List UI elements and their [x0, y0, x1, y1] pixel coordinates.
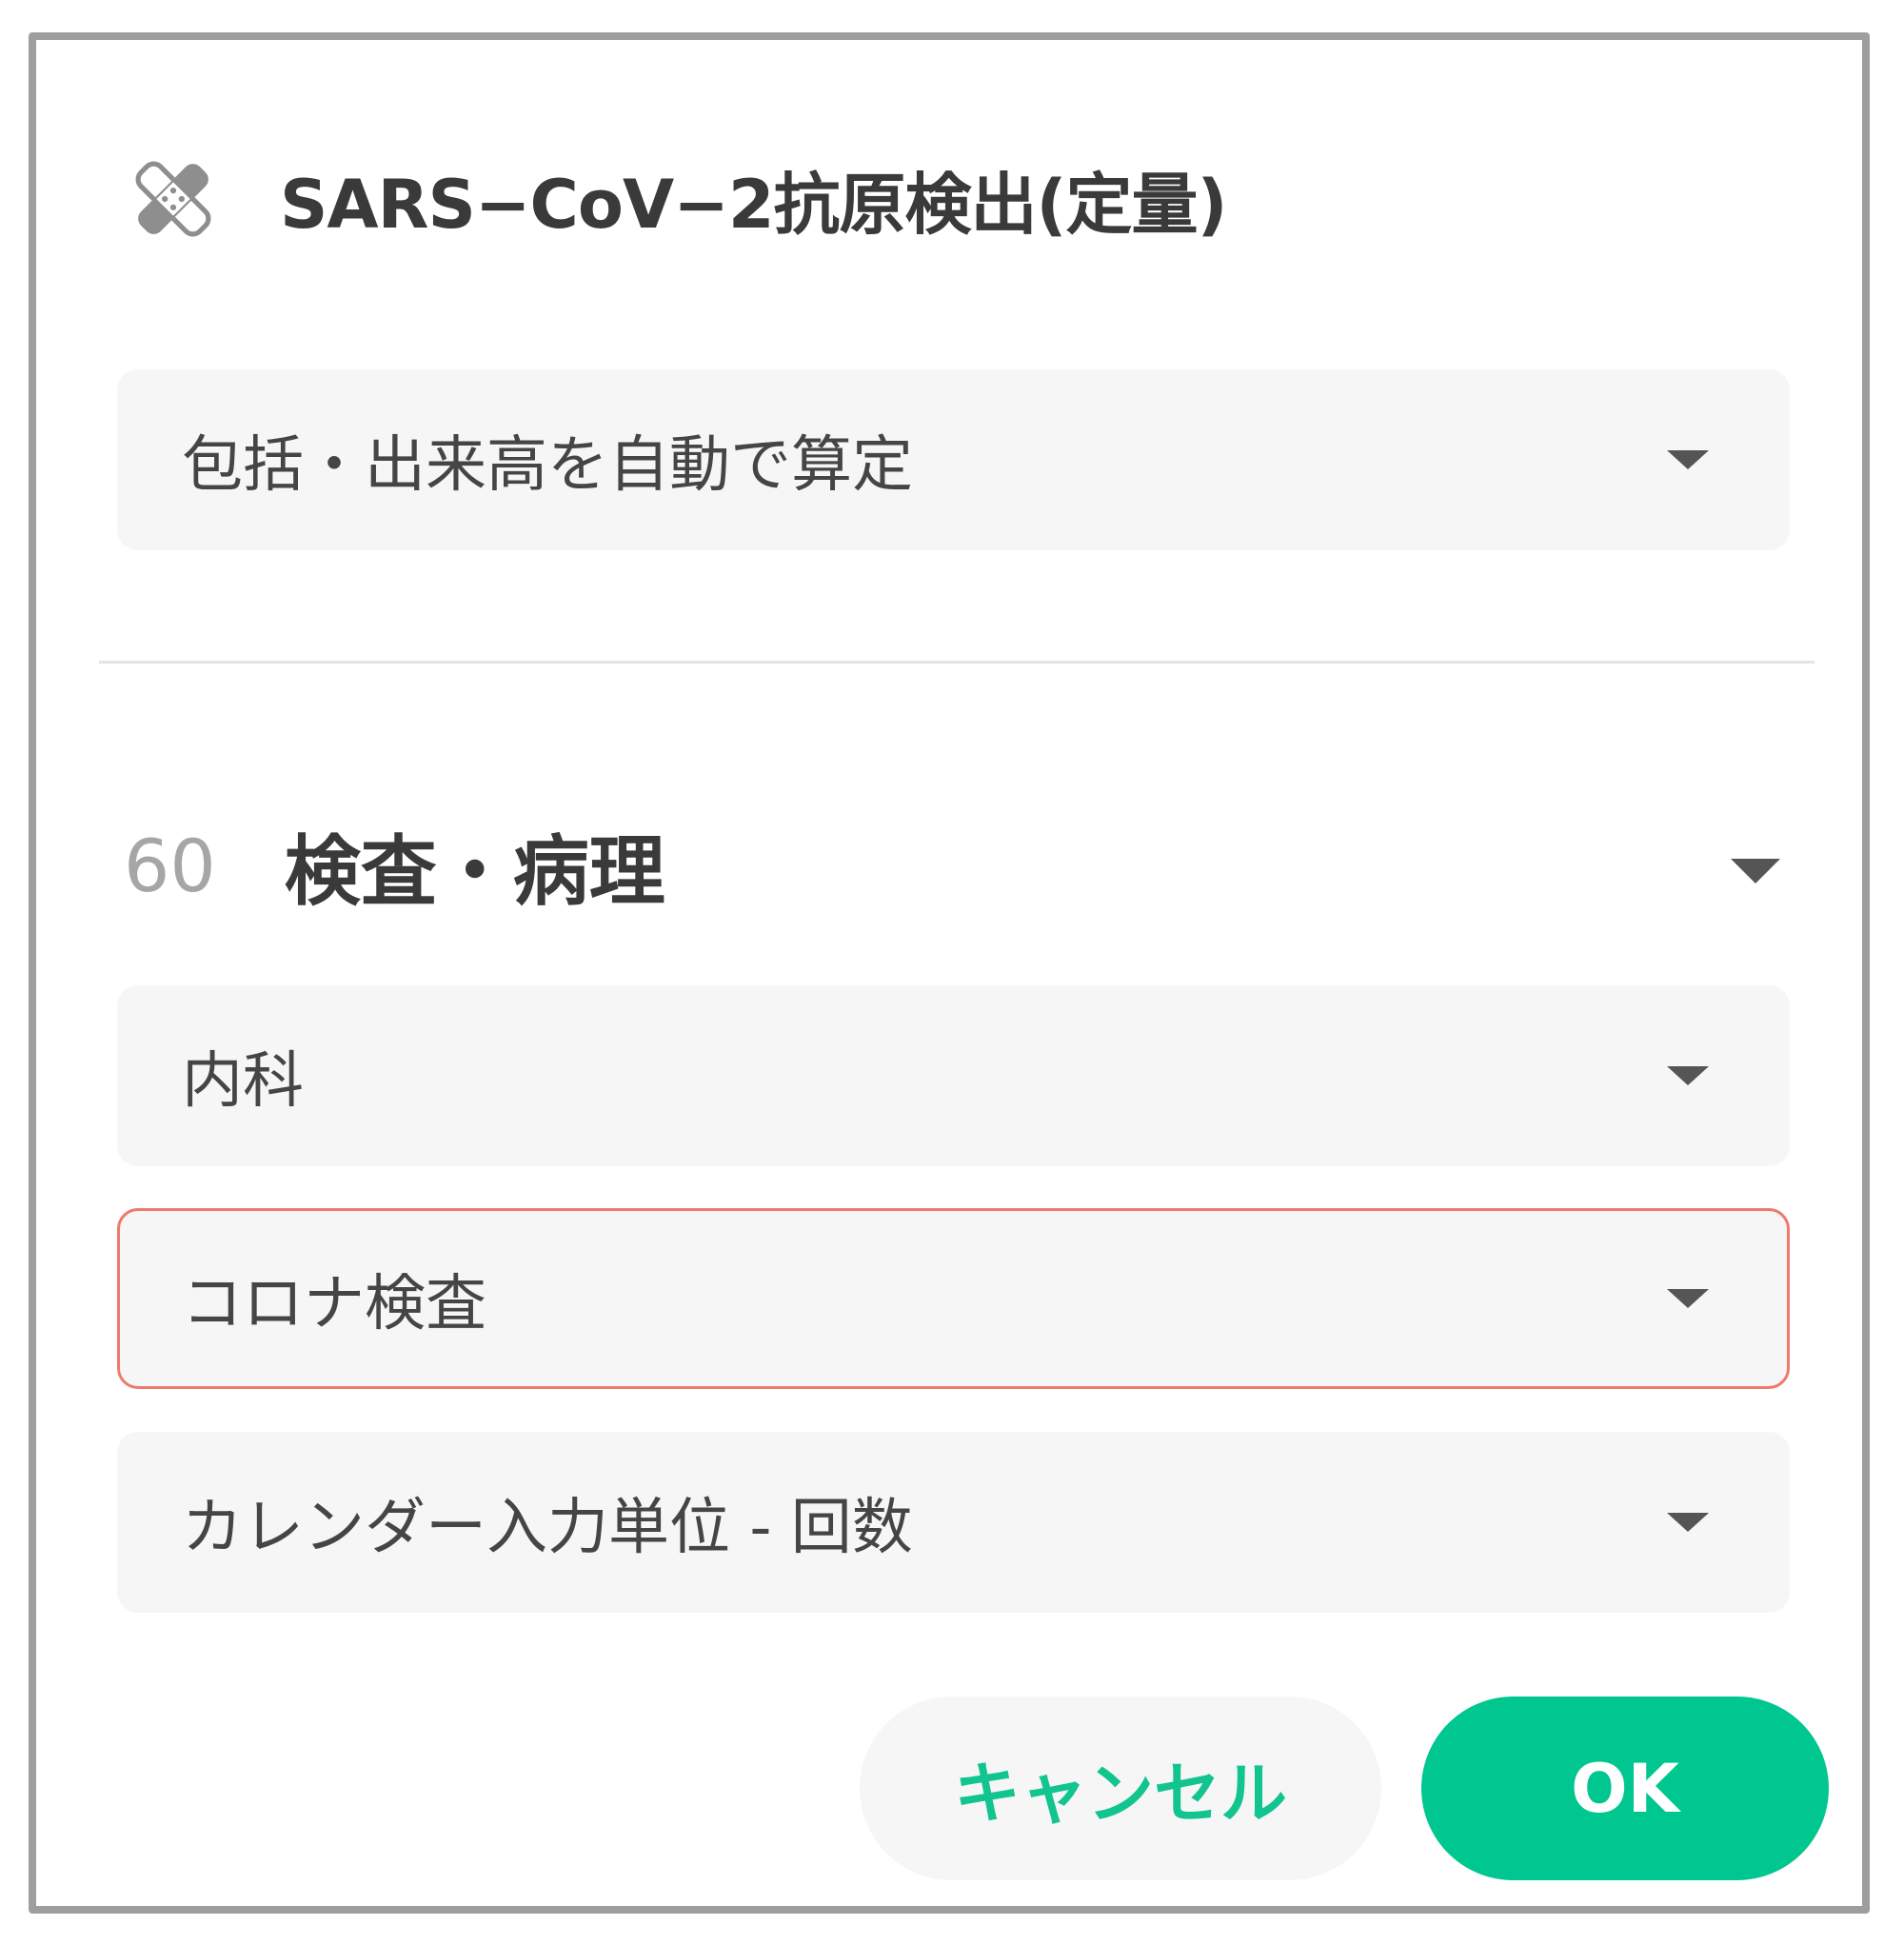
divider	[99, 661, 1815, 664]
calculation-mode-value: 包括・出来高を自動で算定	[182, 430, 913, 501]
chevron-down-icon	[1667, 1289, 1709, 1308]
section-header[interactable]: 60 検査・病理	[124, 813, 665, 918]
dialog-header: SARS−CoV−2抗原検出(定量)	[124, 147, 1228, 251]
ok-button[interactable]: OK	[1421, 1697, 1829, 1880]
dialog: SARS−CoV−2抗原検出(定量) 包括・出来高を自動で算定 60 検査・病理…	[29, 32, 1870, 1914]
input-unit-select[interactable]: カレンダー入力単位 - 回数	[117, 1432, 1790, 1613]
chevron-down-icon[interactable]	[1731, 859, 1780, 883]
department-value: 内科	[182, 1046, 304, 1117]
input-unit-value: カレンダー入力単位 - 回数	[182, 1493, 913, 1563]
chevron-down-icon	[1667, 1513, 1709, 1532]
calculation-mode-select[interactable]: 包括・出来高を自動で算定	[117, 369, 1790, 550]
section-name: 検査・病理	[284, 827, 665, 916]
cancel-button[interactable]: キャンセル	[860, 1697, 1381, 1880]
dialog-title: SARS−CoV−2抗原検出(定量)	[280, 165, 1228, 244]
department-select[interactable]: 内科	[117, 985, 1790, 1166]
category-value: コロナ検査	[182, 1269, 486, 1340]
chevron-down-icon	[1667, 450, 1709, 469]
section-code: 60	[124, 823, 216, 908]
category-select[interactable]: コロナ検査	[117, 1208, 1790, 1389]
bandage-icon	[135, 161, 211, 237]
chevron-down-icon	[1667, 1066, 1709, 1085]
